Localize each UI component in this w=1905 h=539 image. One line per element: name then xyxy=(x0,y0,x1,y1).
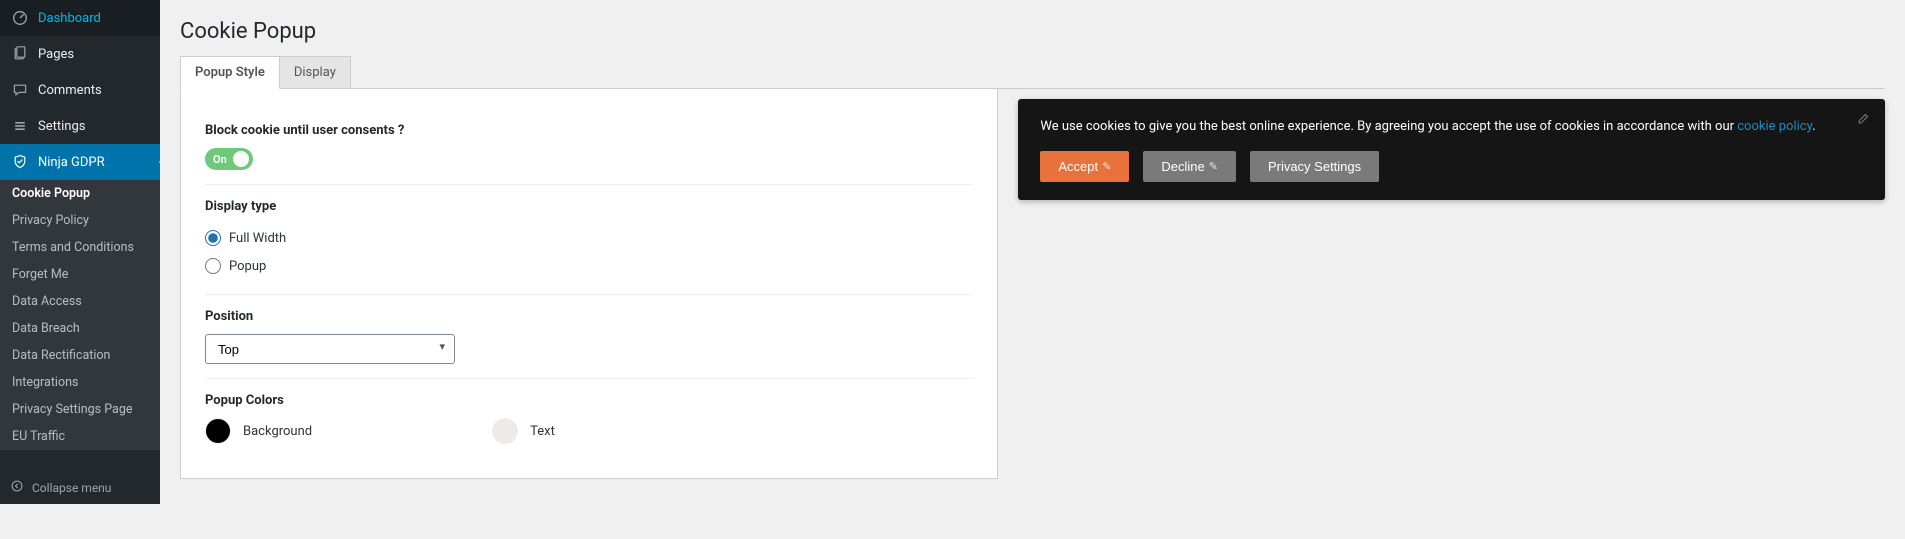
sidebar-label: Ninja GDPR xyxy=(38,155,105,170)
popup-colors-label: Popup Colors xyxy=(205,393,973,408)
sidebar-item-dashboard[interactable]: Dashboard xyxy=(0,0,160,36)
cookie-policy-link[interactable]: cookie policy xyxy=(1737,119,1812,134)
radio-label: Popup xyxy=(229,259,266,274)
position-label: Position xyxy=(205,309,973,324)
collapse-label: Collapse menu xyxy=(32,481,111,495)
sidebar-label: Pages xyxy=(38,47,74,62)
toggle-knob-icon xyxy=(233,151,249,167)
pencil-icon: ✎ xyxy=(1209,160,1218,173)
cookie-actions: Accept ✎ Decline ✎ Privacy Settings xyxy=(1040,151,1863,182)
sidebar-item-settings[interactable]: Settings xyxy=(0,108,160,144)
dashboard-icon xyxy=(10,8,30,28)
radio-popup[interactable]: Popup xyxy=(205,252,973,280)
radio-full-width[interactable]: Full Width xyxy=(205,224,973,252)
submenu-item-data-breach[interactable]: Data Breach xyxy=(0,315,160,342)
page-title: Cookie Popup xyxy=(180,10,1885,56)
decline-button[interactable]: Decline ✎ xyxy=(1143,151,1236,182)
text-color-swatch[interactable] xyxy=(492,418,518,444)
submenu-item-eu-traffic[interactable]: EU Traffic xyxy=(0,423,160,450)
cookie-bar-preview: We use cookies to give you the best onli… xyxy=(1018,99,1885,200)
color-background: Background xyxy=(205,418,312,444)
field-popup-colors: Popup Colors Background Text xyxy=(205,379,973,458)
submenu-item-forget-me[interactable]: Forget Me xyxy=(0,261,160,288)
position-select[interactable]: Top xyxy=(205,334,455,364)
field-display-type: Display type Full Width Popup xyxy=(205,185,973,295)
preview-panel: We use cookies to give you the best onli… xyxy=(1018,89,1885,200)
block-cookie-toggle[interactable]: On xyxy=(205,148,253,170)
block-cookie-label: Block cookie until user consents ? xyxy=(205,123,973,138)
color-text: Text xyxy=(492,418,555,444)
collapse-menu-button[interactable]: Collapse menu xyxy=(0,471,160,504)
sidebar-item-ninja-gdpr[interactable]: Ninja GDPR xyxy=(0,144,160,180)
tab-display[interactable]: Display xyxy=(280,56,351,88)
radio-full-width-input[interactable] xyxy=(205,230,221,246)
settings-panel: Block cookie until user consents ? On Di… xyxy=(180,89,998,479)
swatch-label: Text xyxy=(530,424,555,439)
submenu-item-integrations[interactable]: Integrations xyxy=(0,369,160,396)
submenu-item-terms[interactable]: Terms and Conditions xyxy=(0,234,160,261)
privacy-settings-button[interactable]: Privacy Settings xyxy=(1250,151,1379,182)
shield-icon xyxy=(10,152,30,172)
submenu-item-data-access[interactable]: Data Access xyxy=(0,288,160,315)
toggle-state-label: On xyxy=(213,153,227,166)
sidebar-label: Dashboard xyxy=(38,11,101,26)
comments-icon xyxy=(10,80,30,100)
cookie-consent-text: We use cookies to give you the best onli… xyxy=(1040,117,1863,137)
submenu-item-privacy-policy[interactable]: Privacy Policy xyxy=(0,207,160,234)
edit-cookie-text-button[interactable] xyxy=(1857,111,1871,129)
accept-button[interactable]: Accept ✎ xyxy=(1040,151,1129,182)
radio-label: Full Width xyxy=(229,231,286,246)
sidebar-item-pages[interactable]: Pages xyxy=(0,36,160,72)
settings-icon xyxy=(10,116,30,136)
sidebar-submenu: Cookie Popup Privacy Policy Terms and Co… xyxy=(0,180,160,450)
submenu-item-privacy-settings-page[interactable]: Privacy Settings Page xyxy=(0,396,160,423)
radio-popup-input[interactable] xyxy=(205,258,221,274)
settings-tabs: Popup Style Display xyxy=(180,56,1885,89)
pages-icon xyxy=(10,44,30,64)
sidebar-item-comments[interactable]: Comments xyxy=(0,72,160,108)
submenu-item-cookie-popup[interactable]: Cookie Popup xyxy=(0,180,160,207)
background-color-swatch[interactable] xyxy=(205,418,231,444)
field-position: Position Top xyxy=(205,295,973,379)
pencil-icon xyxy=(1857,111,1871,125)
main-content: Cookie Popup Popup Style Display Block c… xyxy=(160,0,1905,539)
field-block-cookie: Block cookie until user consents ? On xyxy=(205,109,973,185)
sidebar-label: Comments xyxy=(38,83,102,98)
submenu-item-data-rectification[interactable]: Data Rectification xyxy=(0,342,160,369)
swatch-label: Background xyxy=(243,424,312,439)
sidebar-label: Settings xyxy=(38,119,85,134)
pencil-icon: ✎ xyxy=(1102,160,1111,173)
display-type-label: Display type xyxy=(205,199,973,214)
tab-popup-style[interactable]: Popup Style xyxy=(180,56,280,89)
collapse-icon xyxy=(10,479,24,496)
admin-sidebar: Dashboard Pages Comments Settings Ninja … xyxy=(0,0,160,504)
